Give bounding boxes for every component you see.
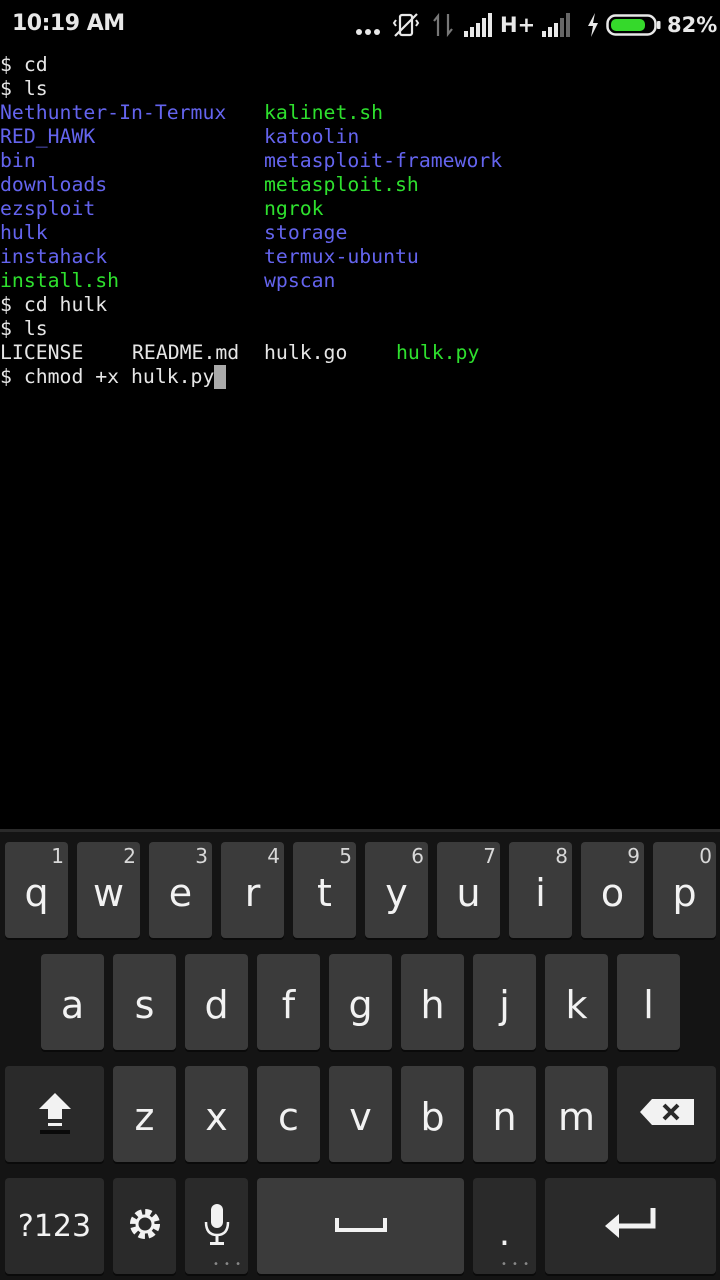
key-c[interactable]: c — [257, 1066, 320, 1162]
ls-entry-directory: RED_HAWK — [0, 125, 96, 148]
soft-keyboard: 1q 2w 3e 4r 5t 6y 7u 8i 9o 0p a s d f g … — [0, 829, 720, 1280]
key-l[interactable]: l — [617, 954, 680, 1050]
more-dots-icon: • • • — [500, 1259, 530, 1270]
ls-entry-executable: kalinet.sh — [264, 101, 384, 124]
settings-key[interactable] — [113, 1178, 176, 1274]
enter-icon — [601, 1204, 661, 1248]
key-h[interactable]: h — [401, 954, 464, 1050]
key-b[interactable]: b — [401, 1066, 464, 1162]
signal-icon — [464, 10, 494, 40]
key-q[interactable]: 1q — [5, 842, 68, 938]
key-r[interactable]: 4r — [221, 842, 284, 938]
charging-bolt-icon — [586, 10, 600, 40]
ls-entry-directory: wpscan — [264, 269, 336, 292]
terminal-line: $ ls — [0, 77, 48, 100]
settings-icon — [128, 1207, 162, 1245]
ls-entry-directory: instahack — [0, 245, 108, 268]
current-command: $ chmod +x hulk.py — [0, 365, 215, 388]
key-d[interactable]: d — [185, 954, 248, 1050]
ls-entry-directory: hulk — [0, 221, 48, 244]
ls-entry-executable: metasploit.sh — [264, 173, 419, 196]
shift-icon — [35, 1089, 75, 1139]
ls-entry-directory: ezsploit — [0, 197, 96, 220]
key-g[interactable]: g — [329, 954, 392, 1050]
terminal-line: $ cd — [0, 53, 48, 76]
key-o[interactable]: 9o — [581, 842, 644, 938]
ls-entry-directory: termux-ubuntu — [264, 245, 419, 268]
ls-entry-file: hulk.go — [264, 341, 348, 364]
key-j[interactable]: j — [473, 954, 536, 1050]
key-x[interactable]: x — [185, 1066, 248, 1162]
terminal-line: $ cd hulk — [0, 293, 108, 316]
key-t[interactable]: 5t — [293, 842, 356, 938]
more-dots-icon — [356, 17, 383, 47]
ls-entry-directory: Nethunter-In-Termux — [0, 101, 227, 124]
command-line[interactable]: $ chmod +x hulk.py — [0, 365, 720, 389]
ls-entry-file: LICENSE — [0, 341, 84, 364]
key-u[interactable]: 7u — [437, 842, 500, 938]
more-dots-icon: • • • — [212, 1259, 242, 1270]
microphone-icon — [202, 1202, 232, 1250]
ls-entry-directory: metasploit-framework — [264, 149, 503, 172]
key-n[interactable]: n — [473, 1066, 536, 1162]
key-f[interactable]: f — [257, 954, 320, 1050]
key-p[interactable]: 0p — [653, 842, 716, 938]
battery-icon — [606, 10, 662, 40]
ls-entry-directory: storage — [264, 221, 348, 244]
ls-entry-file: README.md — [132, 341, 240, 364]
period-key[interactable]: . • • • — [473, 1178, 536, 1274]
key-e[interactable]: 3e — [149, 842, 212, 938]
battery-percent: 82% — [667, 13, 718, 37]
ls-entry-directory: katoolin — [264, 125, 360, 148]
key-w[interactable]: 2w — [77, 842, 140, 938]
key-a[interactable]: a — [41, 954, 104, 1050]
ls-entry-directory: downloads — [0, 173, 108, 196]
key-y[interactable]: 6y — [365, 842, 428, 938]
key-k[interactable]: k — [545, 954, 608, 1050]
space-key[interactable] — [257, 1178, 464, 1274]
enter-key[interactable] — [545, 1178, 716, 1274]
terminal-line: $ ls — [0, 317, 48, 340]
ls-entry-executable: ngrok — [264, 197, 324, 220]
key-z[interactable]: z — [113, 1066, 176, 1162]
ls-entry-executable: install.sh — [0, 269, 120, 292]
data-arrows-icon — [432, 10, 454, 40]
shift-key[interactable] — [5, 1066, 104, 1162]
vibrate-off-icon — [392, 10, 420, 40]
signal-weak-icon — [542, 10, 572, 40]
symbols-key[interactable]: ?123 — [5, 1178, 104, 1274]
voice-input-key[interactable]: • • • — [185, 1178, 248, 1274]
ls-entry-executable: hulk.py — [396, 341, 480, 364]
ls-entry-directory: bin — [0, 149, 36, 172]
text-cursor — [214, 365, 227, 389]
network-type: H+ — [500, 13, 536, 37]
terminal-output[interactable]: $ cd $ ls Nethunter-In-Termux kalinet.sh … — [0, 53, 720, 828]
space-bar-icon — [334, 1214, 387, 1238]
status-time: 10:19 AM — [12, 11, 125, 36]
key-i[interactable]: 8i — [509, 842, 572, 938]
key-m[interactable]: m — [545, 1066, 608, 1162]
backspace-key[interactable] — [617, 1066, 716, 1162]
key-s[interactable]: s — [113, 954, 176, 1050]
key-v[interactable]: v — [329, 1066, 392, 1162]
backspace-icon — [638, 1097, 696, 1131]
status-bar: 10:19 AM H+ 82% — [0, 0, 720, 50]
